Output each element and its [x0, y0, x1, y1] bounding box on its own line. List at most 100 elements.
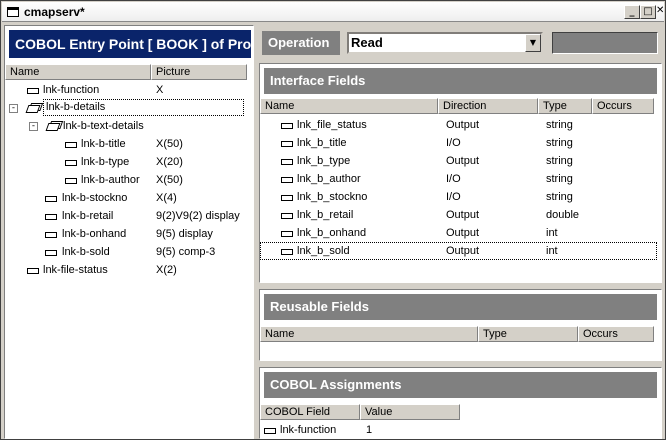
- table-row[interactable]: lnk_b_onhand Output int: [260, 224, 657, 242]
- row-type: string: [546, 119, 573, 131]
- app-window: cmapserv* _ □ ✕ COBOL Entry Point [ BOOK…: [0, 0, 666, 440]
- window-title: cmapserv*: [24, 5, 85, 19]
- table-row[interactable]: lnk_file_status Output string: [260, 116, 657, 134]
- tree-item-picture: X(20): [156, 156, 183, 168]
- close-icon[interactable]: ✕: [656, 5, 664, 19]
- table-row-selected[interactable]: lnk_b_sold Output int: [260, 242, 657, 260]
- tree-item-lnk-file-status[interactable]: lnk-file-status X(2): [5, 261, 251, 279]
- field-icon: [281, 231, 293, 237]
- row-name: lnk_b_stockno: [297, 191, 368, 203]
- field-icon: [264, 428, 276, 434]
- field-icon: [281, 213, 293, 219]
- field-icon: [281, 123, 293, 129]
- entry-point-header: COBOL Entry Point [ BOOK ] of Prog: [9, 30, 251, 58]
- tree-item-lnk-b-author[interactable]: lnk-b-author X(50): [5, 171, 251, 189]
- column-header-name[interactable]: Name: [5, 64, 151, 80]
- tree-item-lnk-b-title[interactable]: lnk-b-title X(50): [5, 135, 251, 153]
- tree-item-lnk-b-text-details[interactable]: - lnk-b-text-details: [5, 117, 251, 135]
- title-bar[interactable]: cmapserv* _ □ ✕: [2, 2, 664, 22]
- row-name: lnk_b_type: [297, 155, 351, 167]
- field-icon: [45, 250, 57, 256]
- field-icon: [281, 195, 293, 201]
- group-icon: [45, 123, 61, 131]
- operation-action-button[interactable]: [552, 32, 658, 54]
- row-type: string: [546, 173, 573, 185]
- window-icon[interactable]: [7, 7, 19, 17]
- collapse-icon[interactable]: -: [29, 122, 38, 131]
- operation-value: Read: [351, 35, 383, 50]
- table-row[interactable]: lnk-function 1: [260, 421, 657, 438]
- column-header-picture[interactable]: Picture: [151, 64, 247, 80]
- tree-item-lnk-b-details[interactable]: - lnk-b-details: [5, 99, 251, 117]
- row-value: 1: [366, 424, 373, 436]
- tree-item-picture: X: [156, 84, 164, 96]
- column-header-name[interactable]: Name: [260, 98, 438, 114]
- row-field: lnk-function: [280, 424, 337, 436]
- row-direction: Output: [446, 155, 480, 167]
- tree-item-label: lnk-b-title: [81, 138, 126, 150]
- field-icon: [45, 214, 57, 220]
- field-icon: [65, 160, 77, 166]
- row-type: int: [546, 227, 558, 239]
- row-name: lnk_b_retail: [297, 209, 354, 221]
- tree-item-label: lnk-b-retail: [62, 210, 114, 222]
- reusable-fields-title: Reusable Fields: [264, 294, 657, 320]
- tree-item-lnk-b-stockno[interactable]: lnk-b-stockno X(4): [5, 189, 251, 207]
- tree-item-picture: 9(5) display: [156, 228, 213, 240]
- reusable-fields-panel: Reusable Fields Name Type Occurs: [259, 289, 662, 361]
- field-icon: [27, 268, 39, 274]
- column-header-type[interactable]: Type: [538, 98, 592, 114]
- column-header-value[interactable]: Value: [360, 404, 460, 420]
- row-name: lnk_b_title: [297, 137, 347, 149]
- column-header-type[interactable]: Type: [478, 326, 578, 342]
- field-icon: [281, 159, 293, 165]
- tree-item-label: lnk-b-text-details: [63, 120, 144, 132]
- cobol-assignments-panel: COBOL Assignments COBOL Field Value lnk-…: [259, 367, 662, 439]
- column-header-direction[interactable]: Direction: [438, 98, 538, 114]
- table-row[interactable]: lnk_b_retail Output double: [260, 206, 657, 224]
- row-direction: Output: [446, 245, 480, 257]
- tree-item-label: lnk-b-sold: [62, 246, 110, 258]
- table-row[interactable]: lnk_b_title I/O string: [260, 134, 657, 152]
- column-header-name[interactable]: Name: [260, 326, 478, 342]
- operation-panel: Operation Read ▼: [259, 28, 662, 58]
- collapse-icon[interactable]: -: [9, 104, 18, 113]
- column-header-occurs[interactable]: Occurs: [578, 326, 654, 342]
- row-direction: Output: [446, 119, 480, 131]
- interface-fields-title: Interface Fields: [264, 68, 657, 94]
- tree-item-label: lnk-b-details: [43, 99, 244, 116]
- table-row[interactable]: lnk_b_type Output string: [260, 152, 657, 170]
- field-icon: [27, 88, 39, 94]
- cobol-assignments-title: COBOL Assignments: [264, 372, 657, 398]
- tree-item-lnk-b-sold[interactable]: lnk-b-sold 9(5) comp-3: [5, 243, 251, 261]
- row-direction: I/O: [446, 173, 461, 185]
- tree-item-label: lnk-b-onhand: [62, 228, 127, 240]
- minimize-button[interactable]: _: [624, 5, 640, 19]
- field-icon: [45, 196, 57, 202]
- column-header-cobol-field[interactable]: COBOL Field: [260, 404, 360, 420]
- interface-fields-panel: Interface Fields Name Direction Type Occ…: [259, 63, 662, 283]
- field-icon: [281, 141, 293, 147]
- tree-item-label: lnk-file-status: [43, 264, 108, 276]
- table-row[interactable]: lnk_b_stockno I/O string: [260, 188, 657, 206]
- row-type: int: [546, 245, 558, 257]
- tree-item-lnk-function[interactable]: lnk-function X: [5, 81, 251, 99]
- tree-item-picture: 9(2)V9(2) display: [156, 210, 240, 222]
- chevron-down-icon[interactable]: ▼: [525, 34, 541, 52]
- row-name: lnk_file_status: [297, 119, 367, 131]
- tree-item-label: lnk-b-stockno: [62, 192, 128, 204]
- table-row[interactable]: lnk_b_author I/O string: [260, 170, 657, 188]
- row-direction: I/O: [446, 137, 461, 149]
- field-icon: [281, 177, 293, 183]
- maximize-button[interactable]: □: [640, 5, 656, 19]
- row-direction: Output: [446, 209, 480, 221]
- operation-select[interactable]: Read ▼: [347, 32, 543, 54]
- tree-item-lnk-b-type[interactable]: lnk-b-type X(20): [5, 153, 251, 171]
- field-icon: [65, 178, 77, 184]
- row-direction: I/O: [446, 191, 461, 203]
- column-header-occurs[interactable]: Occurs: [592, 98, 654, 114]
- tree-item-lnk-b-retail[interactable]: lnk-b-retail 9(2)V9(2) display: [5, 207, 251, 225]
- row-name: lnk_b_onhand: [297, 227, 367, 239]
- tree-item-picture: 9(5) comp-3: [156, 246, 216, 258]
- tree-item-lnk-b-onhand[interactable]: lnk-b-onhand 9(5) display: [5, 225, 251, 243]
